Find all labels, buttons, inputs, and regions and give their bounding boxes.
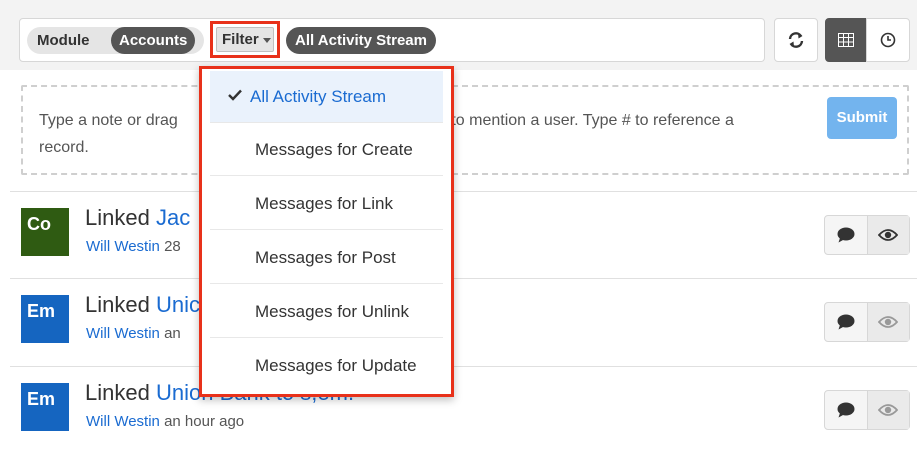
filter-button[interactable]: Filter — [216, 27, 274, 52]
comment-icon — [837, 314, 855, 330]
placeholder-left: Type a note or drag — [39, 112, 178, 129]
note-input[interactable]: Type a note or drag @ to mention a user.… — [21, 85, 909, 175]
refresh-icon — [788, 32, 804, 48]
comment-icon — [837, 227, 855, 243]
dropdown-item-label: Messages for Update — [255, 356, 417, 375]
dropdown-item-messages-for-link[interactable]: Messages for Link — [210, 178, 443, 230]
filter-button-highlight: Filter — [210, 21, 280, 58]
module-label: Module — [37, 32, 90, 49]
eye-icon — [878, 229, 899, 241]
comment-button[interactable] — [825, 391, 867, 429]
activity-verb: Linked — [85, 205, 150, 230]
filter-value-pill[interactable]: All Activity Stream — [286, 27, 436, 54]
filter-bar: Module Accounts Filter All Activity Stre… — [19, 18, 765, 62]
activity-row: Co Linked Jacank. Will Westin 28 — [0, 192, 917, 278]
follow-button[interactable] — [866, 216, 909, 254]
row-actions — [824, 302, 910, 342]
activity-time: 28 — [164, 238, 181, 255]
caret-down-icon — [262, 37, 271, 43]
activity-meta: Will Westin an hour ago — [86, 413, 244, 430]
comment-icon — [837, 402, 855, 418]
timeline-view-button[interactable] — [866, 18, 910, 62]
clock-icon — [880, 32, 896, 48]
activity-meta: Will Westin 28 — [86, 238, 181, 255]
dropdown-item-messages-for-unlink[interactable]: Messages for Unlink — [210, 286, 443, 338]
dropdown-item-label: Messages for Unlink — [255, 302, 410, 321]
user-link[interactable]: Will Westin — [86, 413, 160, 430]
dropdown-item-all-activity-stream[interactable]: All Activity Stream — [210, 71, 443, 123]
filter-dropdown-menu: All Activity Stream Messages for Create … — [199, 66, 454, 397]
submit-button[interactable]: Submit — [827, 97, 897, 139]
refresh-button[interactable] — [774, 18, 818, 62]
toolbar: Module Accounts Filter All Activity Stre… — [0, 0, 917, 70]
user-link[interactable]: Will Westin — [86, 238, 160, 255]
row-actions — [824, 215, 910, 255]
activity-time: an — [164, 325, 181, 342]
activity-row: Em Linked Union Bank to s,em. Will Westi… — [0, 367, 917, 453]
dropdown-item-label: Messages for Create — [255, 140, 413, 159]
user-link[interactable]: Will Westin — [86, 325, 160, 342]
dropdown-item-messages-for-create[interactable]: Messages for Create — [210, 124, 443, 176]
eye-icon — [878, 404, 899, 416]
comment-button[interactable] — [825, 303, 867, 341]
module-pill[interactable]: Module Accounts — [27, 27, 204, 54]
filter-label: Filter — [222, 31, 259, 48]
placeholder-line2: record. — [39, 139, 89, 156]
dropdown-item-messages-for-post[interactable]: Messages for Post — [210, 232, 443, 284]
module-value[interactable]: Accounts — [111, 27, 196, 54]
list-view-button[interactable] — [825, 18, 867, 62]
checkmark-icon — [228, 89, 242, 101]
comment-button[interactable] — [825, 216, 867, 254]
avatar[interactable]: Co — [21, 208, 69, 256]
dropdown-item-messages-for-update[interactable]: Messages for Update — [210, 340, 443, 392]
dropdown-item-label: Messages for Post — [255, 248, 396, 267]
follow-button[interactable] — [866, 391, 909, 429]
avatar[interactable]: Em — [21, 295, 69, 343]
activity-verb: Linked — [85, 292, 150, 317]
activity-verb: Linked — [85, 380, 150, 405]
activity-time: an hour ago — [164, 413, 245, 430]
table-icon — [838, 33, 854, 47]
eye-icon — [878, 316, 899, 328]
avatar[interactable]: Em — [21, 383, 69, 431]
row-actions — [824, 390, 910, 430]
activity-meta: Will Westin an — [86, 325, 181, 342]
dropdown-item-label: Messages for Link — [255, 194, 393, 213]
follow-button[interactable] — [866, 303, 909, 341]
activity-text: Linked Unic — [85, 292, 200, 318]
activity-link[interactable]: Unic — [156, 292, 200, 317]
activity-row: Em Linked Unic Will Westin an — [0, 279, 917, 365]
placeholder-right: @ to mention a user. Type # to reference… — [430, 112, 734, 129]
activity-link[interactable]: Jac — [156, 205, 190, 230]
dropdown-item-label: All Activity Stream — [250, 87, 387, 106]
